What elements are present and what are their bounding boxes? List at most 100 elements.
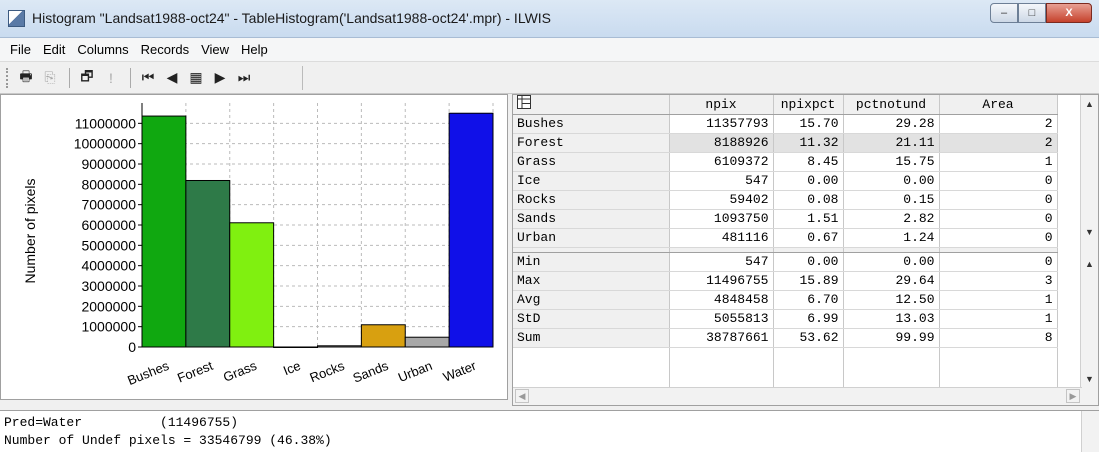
- cell-npixpct[interactable]: 15.70: [773, 114, 844, 134]
- cell-npix[interactable]: 11496755: [669, 271, 774, 291]
- cell-npixpct[interactable]: 6.70: [773, 290, 844, 310]
- scroll-down-icon[interactable]: ▼: [1081, 370, 1098, 387]
- scroll-up-icon[interactable]: ▲: [1081, 255, 1098, 272]
- maximize-button[interactable]: □: [1018, 3, 1046, 23]
- row-label[interactable]: Ice: [513, 171, 670, 191]
- next-record-icon[interactable]: ▶: [209, 67, 231, 89]
- cell-area[interactable]: 1: [939, 152, 1058, 172]
- cell-npixpct[interactable]: 8.45: [773, 152, 844, 172]
- cell-npixpct[interactable]: 11.32: [773, 133, 844, 153]
- cell-area[interactable]: 0: [939, 190, 1058, 210]
- properties-icon[interactable]: 🗗: [76, 67, 98, 89]
- table-row[interactable]: Bushes 11357793 15.70 29.28 2: [513, 114, 1058, 134]
- cell-area[interactable]: 1: [939, 290, 1058, 310]
- cell-npix[interactable]: 11357793: [669, 114, 774, 134]
- menu-edit[interactable]: Edit: [37, 42, 71, 57]
- info-icon[interactable]: !: [100, 67, 122, 89]
- table-row[interactable]: StD 5055813 6.99 13.03 1: [513, 309, 1058, 329]
- row-label[interactable]: Avg: [513, 290, 670, 310]
- cell-npix[interactable]: 481116: [669, 228, 774, 248]
- toolbar-grip[interactable]: [6, 67, 9, 88]
- scroll-left-icon[interactable]: ◀: [515, 389, 529, 403]
- row-label[interactable]: StD: [513, 309, 670, 329]
- table-row[interactable]: Rocks 59402 0.08 0.15 0: [513, 190, 1058, 210]
- table-corner[interactable]: [513, 95, 670, 115]
- table-row[interactable]: Min 547 0.00 0.00 0: [513, 252, 1058, 272]
- close-button[interactable]: X: [1046, 3, 1092, 23]
- row-label[interactable]: Bushes: [513, 114, 670, 134]
- cell-area[interactable]: 0: [939, 171, 1058, 191]
- cell-npixpct[interactable]: 0.67: [773, 228, 844, 248]
- cell-pctnotund[interactable]: 21.11: [843, 133, 940, 153]
- cell-npix[interactable]: 1093750: [669, 209, 774, 229]
- menu-help[interactable]: Help: [235, 42, 274, 57]
- scroll-up-icon[interactable]: ▲: [1081, 95, 1098, 112]
- cell-pctnotund[interactable]: 29.28: [843, 114, 940, 134]
- status-scrollbar[interactable]: [1081, 411, 1099, 452]
- row-label[interactable]: Urban: [513, 228, 670, 248]
- column-header-area[interactable]: Area: [939, 95, 1058, 115]
- cell-npixpct[interactable]: 6.99: [773, 309, 844, 329]
- cell-npixpct[interactable]: 0.00: [773, 171, 844, 191]
- previous-record-icon[interactable]: ◀: [161, 67, 183, 89]
- row-label[interactable]: Sum: [513, 328, 670, 348]
- scroll-right-icon[interactable]: ▶: [1066, 389, 1080, 403]
- table-row[interactable]: Avg 4848458 6.70 12.50 1: [513, 290, 1058, 310]
- column-header-pctnotund[interactable]: pctnotund: [843, 95, 940, 115]
- table-row[interactable]: Ice 547 0.00 0.00 0: [513, 171, 1058, 191]
- table-row[interactable]: Grass 6109372 8.45 15.75 1: [513, 152, 1058, 172]
- table-vertical-scrollbar[interactable]: ▲ ▼ ▲ ▼: [1080, 95, 1098, 405]
- row-label[interactable]: Forest: [513, 133, 670, 153]
- cell-pctnotund[interactable]: 13.03: [843, 309, 940, 329]
- cell-npixpct[interactable]: 53.62: [773, 328, 844, 348]
- row-label[interactable]: Sands: [513, 209, 670, 229]
- cell-pctnotund[interactable]: 12.50: [843, 290, 940, 310]
- menu-records[interactable]: Records: [135, 42, 195, 57]
- row-label[interactable]: Rocks: [513, 190, 670, 210]
- last-record-icon[interactable]: ⏭: [233, 67, 255, 89]
- cell-npix[interactable]: 8188926: [669, 133, 774, 153]
- cell-pctnotund[interactable]: 0.15: [843, 190, 940, 210]
- first-record-icon[interactable]: ⏮: [137, 67, 159, 89]
- cell-npix[interactable]: 4848458: [669, 290, 774, 310]
- cell-pctnotund[interactable]: 15.75: [843, 152, 940, 172]
- table-row[interactable]: Max 11496755 15.89 29.64 3: [513, 271, 1058, 291]
- cell-npix[interactable]: 5055813: [669, 309, 774, 329]
- cell-npix[interactable]: 59402: [669, 190, 774, 210]
- goto-record-icon[interactable]: ▦: [185, 67, 207, 89]
- table-row[interactable]: Sands 1093750 1.51 2.82 0: [513, 209, 1058, 229]
- column-header-npixpct[interactable]: npixpct: [773, 95, 844, 115]
- cell-area[interactable]: 1: [939, 309, 1058, 329]
- cell-area[interactable]: 8: [939, 328, 1058, 348]
- cell-npixpct[interactable]: 0.08: [773, 190, 844, 210]
- row-label[interactable]: Grass: [513, 152, 670, 172]
- cell-area[interactable]: 0: [939, 209, 1058, 229]
- scroll-down-icon[interactable]: ▼: [1081, 223, 1098, 240]
- print-icon[interactable]: 🖶: [15, 67, 37, 89]
- cell-npix[interactable]: 547: [669, 252, 774, 272]
- table-horizontal-scrollbar[interactable]: ◀ ▶: [513, 387, 1082, 405]
- cell-area[interactable]: 0: [939, 228, 1058, 248]
- cell-pctnotund[interactable]: 0.00: [843, 171, 940, 191]
- cell-pctnotund[interactable]: 2.82: [843, 209, 940, 229]
- menu-view[interactable]: View: [195, 42, 235, 57]
- minimize-button[interactable]: –: [990, 3, 1018, 23]
- cell-npix[interactable]: 38787661: [669, 328, 774, 348]
- column-header-npix[interactable]: npix: [669, 95, 774, 115]
- table-row[interactable]: Sum 38787661 53.62 99.99 8: [513, 328, 1058, 348]
- menu-file[interactable]: File: [4, 42, 37, 57]
- cell-area[interactable]: 2: [939, 114, 1058, 134]
- cell-npixpct[interactable]: 1.51: [773, 209, 844, 229]
- cell-pctnotund[interactable]: 99.99: [843, 328, 940, 348]
- copy-icon[interactable]: ⎘: [39, 67, 61, 89]
- cell-area[interactable]: 0: [939, 252, 1058, 272]
- table-row[interactable]: Forest 8188926 11.32 21.11 2: [513, 133, 1058, 153]
- cell-npix[interactable]: 6109372: [669, 152, 774, 172]
- cell-area[interactable]: 3: [939, 271, 1058, 291]
- row-label[interactable]: Max: [513, 271, 670, 291]
- cell-pctnotund[interactable]: 1.24: [843, 228, 940, 248]
- cell-npix[interactable]: 547: [669, 171, 774, 191]
- cell-pctnotund[interactable]: 29.64: [843, 271, 940, 291]
- cell-npixpct[interactable]: 15.89: [773, 271, 844, 291]
- cell-npixpct[interactable]: 0.00: [773, 252, 844, 272]
